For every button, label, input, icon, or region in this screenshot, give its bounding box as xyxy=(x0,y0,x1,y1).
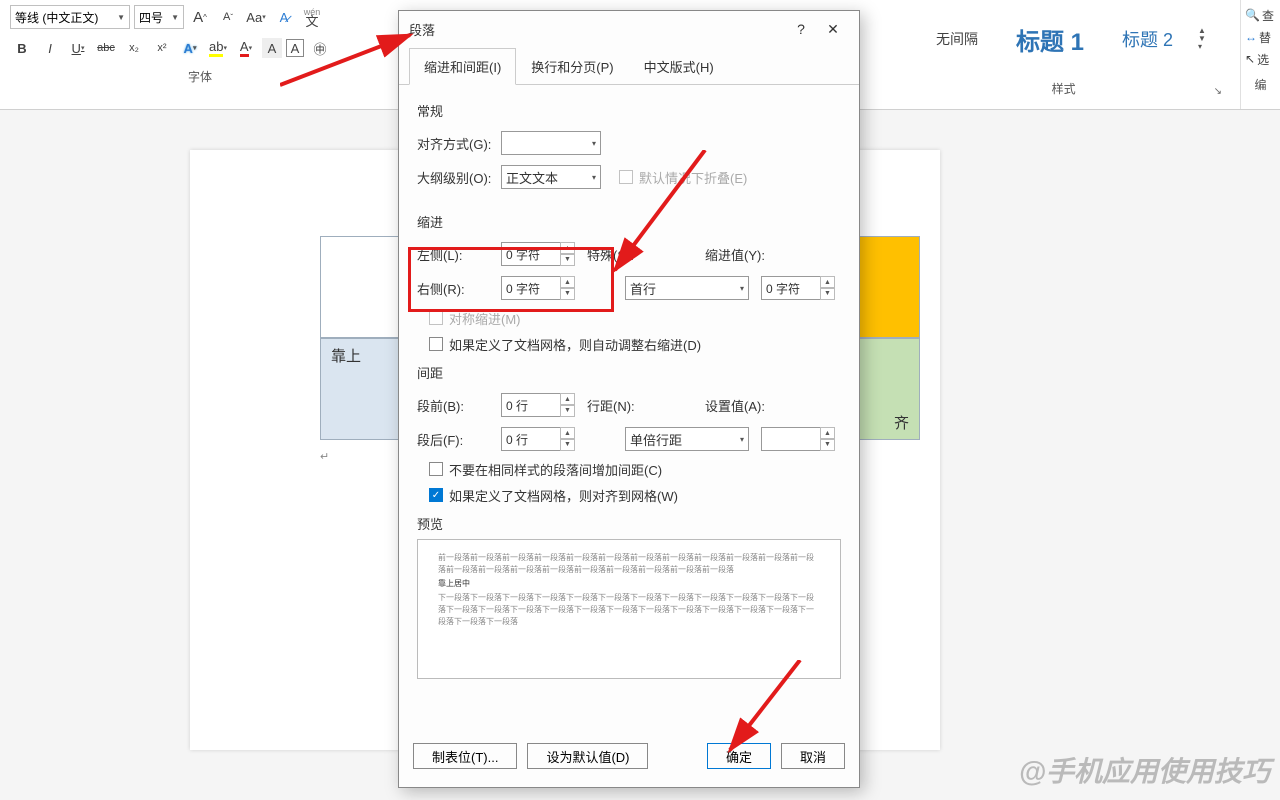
special-select[interactable]: 首行▾ xyxy=(625,276,749,300)
collapse-label: 默认情况下折叠(E) xyxy=(639,168,747,187)
autogrid-checkbox[interactable] xyxy=(429,337,443,351)
font-size-select[interactable]: 四号▼ xyxy=(134,5,184,29)
indent-left-input[interactable]: 0 字符▲▼ xyxy=(501,242,575,266)
tab-asian-typography[interactable]: 中文版式(H) xyxy=(629,48,729,85)
subscript-button[interactable]: x₂ xyxy=(122,36,146,60)
italic-button[interactable]: I xyxy=(38,36,62,60)
style-heading1[interactable]: 标题 1 xyxy=(1003,15,1097,64)
watermark: @手机应用使用技巧 xyxy=(1019,750,1270,790)
clear-format-button[interactable]: A̷ xyxy=(272,5,296,29)
bold-button[interactable]: B xyxy=(10,36,34,60)
at-label: 设置值(A): xyxy=(705,396,785,415)
dialog-titlebar[interactable]: 段落 ? ✕ xyxy=(399,11,859,47)
special-label: 特殊(S): xyxy=(575,245,705,264)
paragraph-mark-icon: ↵ xyxy=(320,450,329,463)
underline-button[interactable]: U▾ xyxy=(66,36,90,60)
search-icon: 🔍 xyxy=(1245,8,1260,22)
dialog-footer: 制表位(T)... 设为默认值(D) 确定 取消 xyxy=(399,735,859,777)
styles-dialog-launcher-icon[interactable]: ↘ xyxy=(1214,86,1222,97)
ok-button[interactable]: 确定 xyxy=(707,743,771,769)
before-label: 段前(B): xyxy=(417,396,501,415)
replace-icon: ↔ xyxy=(1245,30,1257,44)
styles-group-label: 样式 xyxy=(914,80,1214,97)
linespace-label: 行距(N): xyxy=(575,396,705,415)
set-default-button[interactable]: 设为默认值(D) xyxy=(527,743,648,769)
change-case-button[interactable]: Aa▾ xyxy=(244,5,268,29)
mirror-label: 对称缩进(M) xyxy=(449,309,521,328)
indent-right-label: 右侧(R): xyxy=(417,279,501,298)
nosame-checkbox[interactable] xyxy=(429,462,443,476)
editing-group: 🔍查 ↔替 ↖选 编 xyxy=(1240,0,1280,109)
select-button[interactable]: ↖选 xyxy=(1241,48,1280,70)
find-button[interactable]: 🔍查 xyxy=(1241,4,1280,26)
outline-label: 大纲级别(O): xyxy=(417,168,501,187)
styles-scroll[interactable]: ▲▼▾ xyxy=(1198,27,1210,51)
enclose-button[interactable]: ㊥ xyxy=(308,36,332,60)
cursor-icon: ↖ xyxy=(1245,52,1255,66)
autogrid-label: 如果定义了文档网格，则自动调整右缩进(D) xyxy=(449,335,701,354)
snapgrid-checkbox[interactable]: ✓ xyxy=(429,488,443,502)
grow-font-button[interactable]: A^ xyxy=(188,5,212,29)
snapgrid-label: 如果定义了文档网格，则对齐到网格(W) xyxy=(449,486,678,505)
indent-left-label: 左侧(L): xyxy=(417,245,501,264)
preview-box: 前一段落前一段落前一段落前一段落前一段落前一段落前一段落前一段落前一段落前一段落… xyxy=(417,539,841,679)
tab-line-page-breaks[interactable]: 换行和分页(P) xyxy=(516,48,628,85)
before-input[interactable]: 0 行▲▼ xyxy=(501,393,575,417)
by-input[interactable]: 0 字符▲▼ xyxy=(761,276,835,300)
tab-indent-spacing[interactable]: 缩进和间距(I) xyxy=(409,48,516,85)
superscript-button[interactable]: x² xyxy=(150,36,174,60)
cancel-button[interactable]: 取消 xyxy=(781,743,845,769)
linespace-select[interactable]: 单倍行距▾ xyxy=(625,427,749,451)
char-shading-button[interactable]: A xyxy=(262,38,282,58)
general-section-label: 常规 xyxy=(417,101,841,120)
highlight-button[interactable]: ab▾ xyxy=(206,36,230,60)
spacing-section-label: 间距 xyxy=(417,363,841,382)
nosame-label: 不要在相同样式的段落间增加间距(C) xyxy=(449,460,662,479)
at-input[interactable]: ▲▼ xyxy=(761,427,835,451)
indent-right-input[interactable]: 0 字符▲▼ xyxy=(501,276,575,300)
phonetic-button[interactable]: wén文 xyxy=(300,5,324,29)
replace-button[interactable]: ↔替 xyxy=(1241,26,1280,48)
style-no-spacing[interactable]: 无间隔 xyxy=(923,22,991,56)
strike-button[interactable]: abc xyxy=(94,36,118,60)
alignment-label: 对齐方式(G): xyxy=(417,134,501,153)
dialog-title: 段落 xyxy=(409,20,785,39)
paragraph-dialog: 段落 ? ✕ 缩进和间距(I) 换行和分页(P) 中文版式(H) 常规 对齐方式… xyxy=(398,10,860,788)
preview-label: 预览 xyxy=(417,514,841,533)
alignment-select[interactable]: ▾ xyxy=(501,131,601,155)
outline-select[interactable]: 正文文本▾ xyxy=(501,165,601,189)
dialog-body: 常规 对齐方式(G): ▾ 大纲级别(O): 正文文本▾ 默认情况下折叠(E) … xyxy=(399,85,859,689)
collapse-checkbox[interactable] xyxy=(619,170,633,184)
font-color-button[interactable]: A▾ xyxy=(234,36,258,60)
text-effects-button[interactable]: A▾ xyxy=(178,36,202,60)
style-heading2[interactable]: 标题 2 xyxy=(1109,19,1186,59)
help-button[interactable]: ? xyxy=(785,15,817,43)
indent-section-label: 缩进 xyxy=(417,212,841,231)
mirror-checkbox[interactable] xyxy=(429,311,443,325)
font-name-select[interactable]: 等线 (中文正文)▼ xyxy=(10,5,130,29)
font-group-label: 字体 xyxy=(10,68,390,85)
dialog-tabs: 缩进和间距(I) 换行和分页(P) 中文版式(H) xyxy=(399,47,859,85)
tabs-button[interactable]: 制表位(T)... xyxy=(413,743,517,769)
after-label: 段后(F): xyxy=(417,430,501,449)
close-button[interactable]: ✕ xyxy=(817,15,849,43)
after-input[interactable]: 0 行▲▼ xyxy=(501,427,575,451)
char-border-button[interactable]: A xyxy=(286,39,304,57)
by-label: 缩进值(Y): xyxy=(705,245,785,264)
shrink-font-button[interactable]: Aˇ xyxy=(216,5,240,29)
font-group: 等线 (中文正文)▼ 四号▼ A^ Aˇ Aa▾ A̷ wén文 B I U▾ … xyxy=(0,0,400,109)
